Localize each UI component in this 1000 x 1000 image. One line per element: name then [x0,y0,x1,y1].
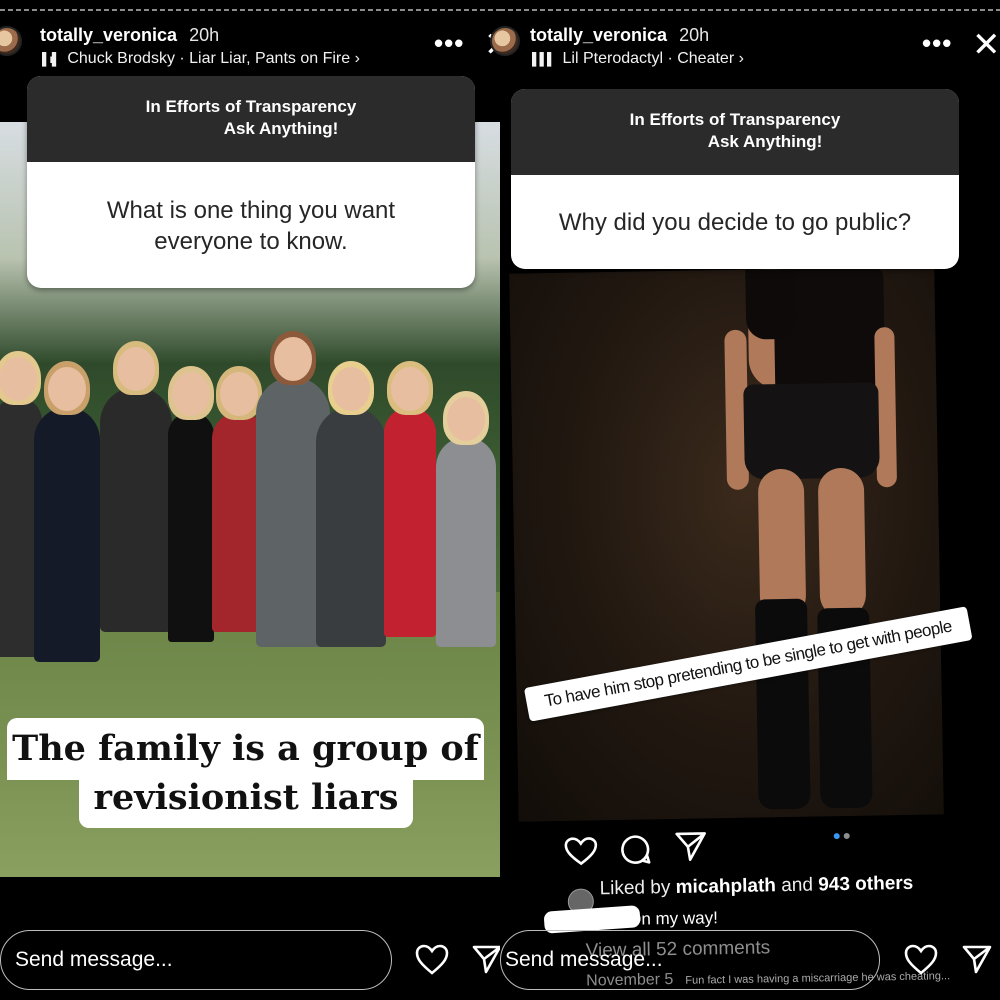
more-options-icon[interactable]: ••• [434,28,464,59]
username[interactable]: totally_veronica 20h [40,25,219,46]
carousel-dots [833,826,854,844]
music-label: Lil Pterodactyl · Cheater [562,50,735,67]
username-text[interactable]: totally_veronica [40,25,177,45]
liked-prefix: Liked by [599,877,671,900]
heart-icon[interactable] [415,944,449,976]
story-left: totally_veronica 20h ▌ı▌ Chuck Brodsky · L… [0,0,500,1000]
comment-icon[interactable] [620,833,653,866]
close-icon[interactable]: ✕ [972,28,1000,62]
question-sticker: In Efforts of Transparency Ask Anything!… [511,89,959,269]
chevron-right-icon: › [354,50,360,67]
user-avatar[interactable] [0,26,22,56]
like-heart-icon[interactable] [564,836,599,867]
send-message-input[interactable]: Send message... [0,930,392,990]
overlay-caption-line1: The family is a group of [7,718,484,780]
person [168,366,214,642]
person [34,361,100,662]
chevron-right-icon: › [738,50,744,67]
username[interactable]: totally_veronica 20h [530,25,709,46]
music-attribution[interactable]: ▌▌▌ Lil Pterodactyl · Cheater › [532,50,744,68]
model-leg [817,467,867,619]
question-text: What is one thing you want everyone to k… [106,197,396,255]
music-bars-icon: ▌▌▌ [532,52,555,66]
person [384,361,436,637]
fashion-photo [509,266,944,822]
question-header: In Efforts of Transparency Ask Anything! [511,89,959,175]
liked-others[interactable]: 943 others [818,873,913,896]
carousel-dot-active [833,833,840,840]
model-shorts [743,382,880,480]
story-progress-bar [0,9,500,11]
question-text: Why did you decide to go public? [558,209,912,236]
question-header: In Efforts of Transparency Ask Anything! [27,76,475,162]
user-avatar[interactable] [490,26,520,56]
story-header: totally_veronica 20h ▌ı▌ Chuck Brodsky · L… [0,20,500,72]
person [100,341,172,632]
heart-icon[interactable] [904,944,938,976]
send-icon[interactable] [472,944,500,974]
send-message-input[interactable]: Send message... [500,930,880,990]
send-icon[interactable] [962,944,992,974]
story-header: totally_veronica 20h ▌▌▌ Lil Pterodactyl ·… [490,20,1000,72]
liked-by-text[interactable]: Liked by micahplath and 943 others [599,873,913,900]
model-hair [744,266,797,340]
music-bars-icon: ▌ı▌ [42,52,60,66]
music-attribution[interactable]: ▌ı▌ Chuck Brodsky · Liar Liar, Pants on F… [42,50,360,68]
comment-text: On my way! [627,908,719,929]
question-header-line1: In Efforts of Transparency [145,97,357,116]
person [316,361,386,647]
liked-and: and [781,874,814,897]
music-label: Chuck Brodsky · Liar Liar, Pants on Fire [67,50,351,67]
post-time: 20h [189,25,220,45]
liked-user[interactable]: micahplath [675,875,776,898]
story-progress-bar [500,9,1000,11]
model-boot [754,598,811,810]
question-header-line2: Ask Anything! [707,132,823,151]
question-header-line1: In Efforts of Transparency [629,110,841,129]
share-send-icon[interactable] [675,830,708,863]
question-header-line2: Ask Anything! [223,119,339,138]
question-sticker: In Efforts of Transparency Ask Anything!… [27,76,475,288]
username-text[interactable]: totally_veronica [530,25,667,45]
overlay-caption-line2: revisionist liars [79,778,413,828]
carousel-dot [843,832,850,840]
model-leg [757,468,807,620]
more-options-icon[interactable]: ••• [922,28,952,59]
post-time: 20h [679,25,710,45]
person [436,391,496,647]
